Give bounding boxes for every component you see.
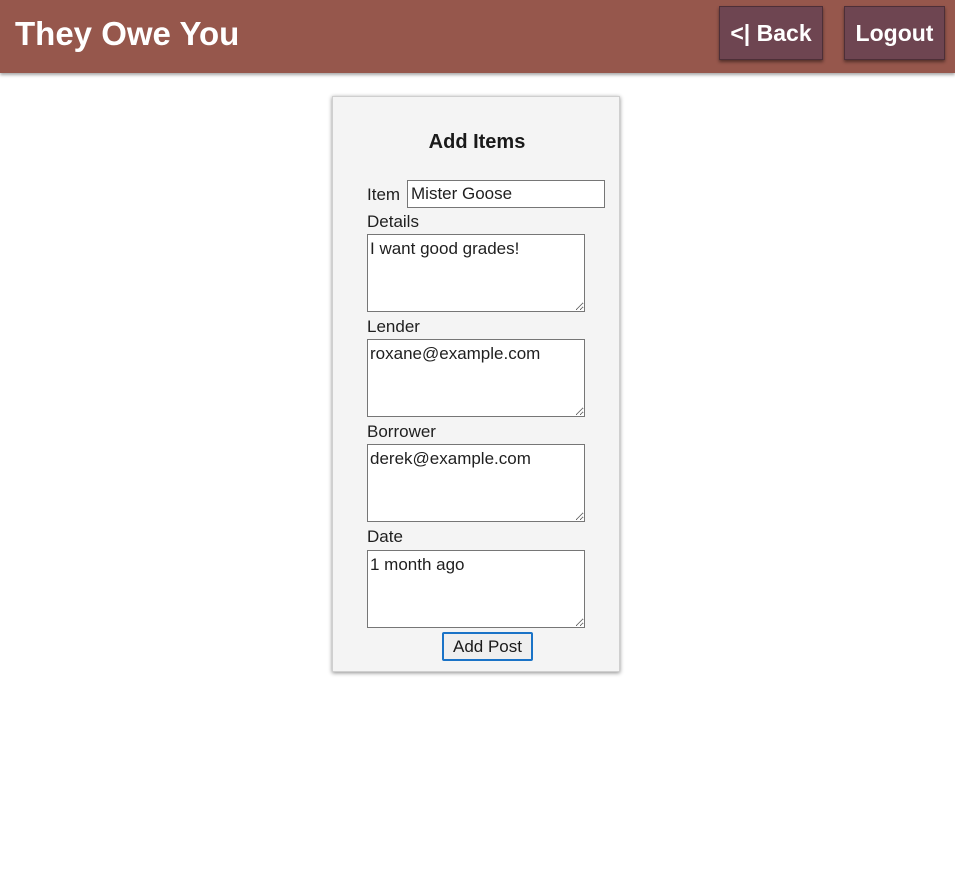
item-input[interactable] [407, 180, 605, 208]
lender-textarea[interactable]: roxane@example.com [367, 339, 585, 417]
app-title: They Owe You [15, 15, 240, 52]
details-label: Details [367, 212, 419, 231]
borrower-textarea[interactable]: derek@example.com [367, 444, 585, 522]
add-post-button[interactable]: Add Post [442, 632, 533, 661]
lender-label: Lender [367, 317, 420, 336]
date-label: Date [367, 527, 403, 546]
form-title: Add Items [428, 131, 526, 153]
back-button[interactable]: <| Back [719, 6, 823, 60]
add-items-form: Add Items Item Details I want good grade… [332, 96, 620, 672]
item-label: Item [367, 185, 401, 204]
date-textarea[interactable]: 1 month ago [367, 550, 585, 628]
top-nav-bar: They Owe You <| Back Logout [0, 0, 955, 73]
logout-button[interactable]: Logout [844, 6, 945, 60]
borrower-label: Borrower [367, 422, 436, 441]
details-textarea[interactable]: I want good grades! [367, 234, 585, 312]
